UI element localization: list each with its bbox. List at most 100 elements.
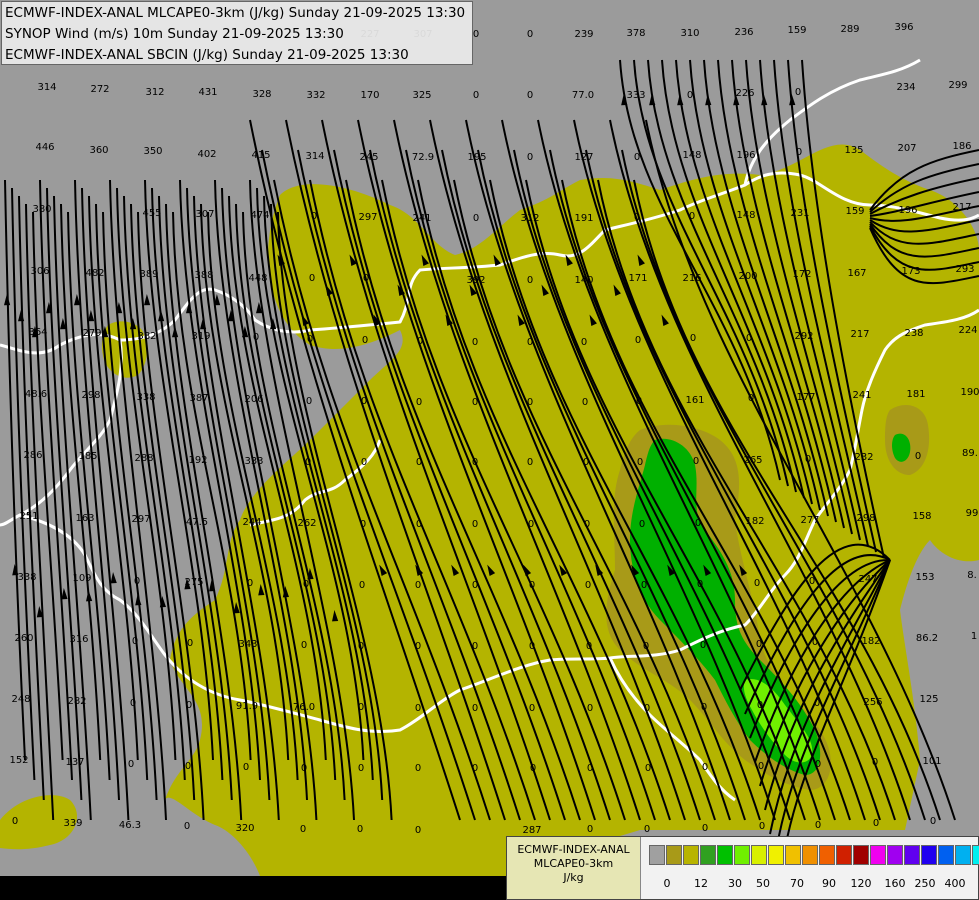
legend-tick-labels: 0 12 30 50 70 90 120 160 250 400 (649, 877, 979, 891)
cin-value: 0 (243, 762, 249, 773)
cin-value: 217 (952, 202, 971, 213)
cin-value: 272 (90, 84, 109, 95)
cin-value: 248 (11, 694, 30, 705)
cin-value: 137 (65, 757, 84, 768)
cin-value: 260 (14, 633, 33, 644)
cin-value: 448 (248, 273, 267, 284)
cin-value: 0 (583, 457, 589, 468)
cin-value: 431 (198, 87, 217, 98)
cin-value: 206 (244, 394, 263, 405)
cin-value: 320 (235, 823, 254, 834)
cin-value: 148 (682, 150, 701, 161)
cin-value: 402 (197, 149, 216, 160)
cin-value: 47.5 (186, 517, 208, 528)
legend-swatch (683, 845, 699, 865)
cin-value: 236 (734, 27, 753, 38)
cin-value: 140 (574, 275, 593, 286)
cin-value: 0 (695, 518, 701, 529)
cin-value: 297 (131, 514, 150, 525)
cin-value: 0 (527, 275, 533, 286)
cin-value: 190 (960, 387, 979, 398)
legend-tick-label: 30 (728, 877, 742, 890)
cin-value: 0 (184, 821, 190, 832)
cin-value: 0 (132, 636, 138, 647)
cin-value: 382 (137, 331, 156, 342)
cin-value: 192 (188, 455, 207, 466)
cin-value: 0 (415, 703, 421, 714)
cin-value: 0 (415, 825, 421, 836)
cin-value: 1 (971, 631, 977, 642)
legend-swatch (870, 845, 886, 865)
bottom-black-bar (0, 876, 506, 900)
cin-value: 0 (309, 273, 315, 284)
cin-value: 312 (520, 213, 539, 224)
legend-tick-label: 70 (790, 877, 804, 890)
cin-value: 0 (644, 703, 650, 714)
cin-value: 0 (693, 456, 699, 467)
cin-value: 298 (81, 390, 100, 401)
cin-value: 0 (301, 763, 307, 774)
cin-value: 325 (412, 90, 431, 101)
legend-tick-label: 120 (850, 877, 872, 890)
cin-value: 234 (896, 82, 915, 93)
cin-value: 0 (472, 519, 478, 530)
cin-value: 292 (794, 331, 813, 342)
cin-value: 0 (358, 763, 364, 774)
cin-value: 161 (685, 395, 704, 406)
legend-swatch (785, 845, 801, 865)
cin-value: 262 (297, 518, 316, 529)
cin-value: 0 (689, 211, 695, 222)
cin-value: 0 (253, 332, 259, 343)
legend-line-1: ECMWF-INDEX-ANAL (517, 843, 630, 856)
cin-value: 0 (417, 336, 423, 347)
cin-value: 241 (412, 213, 431, 224)
cin-value: 195 (467, 152, 486, 163)
cin-value: 159 (845, 206, 864, 217)
cin-value: 0 (134, 576, 140, 587)
cin-value: 0 (530, 763, 536, 774)
cin-value: 0 (641, 580, 647, 591)
cin-value: 0 (637, 457, 643, 468)
cin-value: 148 (736, 210, 755, 221)
cin-value: 0 (702, 762, 708, 773)
cin-value: 0 (585, 580, 591, 591)
cin-value: 153 (915, 572, 934, 583)
cin-value: 0 (915, 451, 921, 462)
cin-value: 0 (416, 519, 422, 530)
cin-value: 380 (32, 204, 51, 215)
cin-value: 0 (361, 396, 367, 407)
cin-value: 319 (191, 331, 210, 342)
cin-value: 171 (628, 273, 647, 284)
cin-value: 0 (581, 337, 587, 348)
legend-swatch (938, 845, 954, 865)
cin-value: 172 (792, 269, 811, 280)
cin-value: 0 (758, 761, 764, 772)
cin-value: 0 (814, 698, 820, 709)
cin-value: 0 (812, 637, 818, 648)
cin-value: 299 (948, 80, 967, 91)
cin-value: 0 (472, 580, 478, 591)
cin-value: 216 (682, 273, 701, 284)
cin-value: 293 (955, 264, 974, 275)
cin-value: 364 (28, 327, 47, 338)
legend-units: J/kg (563, 871, 584, 884)
cin-value: 297 (358, 212, 377, 223)
cin-value: 0 (185, 761, 191, 772)
cin-value: 0 (634, 152, 640, 163)
cin-value: 0 (247, 578, 253, 589)
cin-value: 0 (528, 519, 534, 530)
cin-value: 0 (416, 457, 422, 468)
cin-value: 289 (840, 24, 859, 35)
cin-value: 0 (472, 641, 478, 652)
cin-value: 0 (361, 457, 367, 468)
cin-value: 0 (527, 152, 533, 163)
cin-value: 387 (189, 393, 208, 404)
cin-value: 388 (194, 270, 213, 281)
legend-swatch (802, 845, 818, 865)
cin-value: 0 (587, 763, 593, 774)
cin-value: 0 (363, 273, 369, 284)
cin-value: 0 (416, 397, 422, 408)
cin-value: 173 (901, 266, 920, 277)
legend-swatch (717, 845, 733, 865)
cin-value: 86.2 (916, 633, 938, 644)
